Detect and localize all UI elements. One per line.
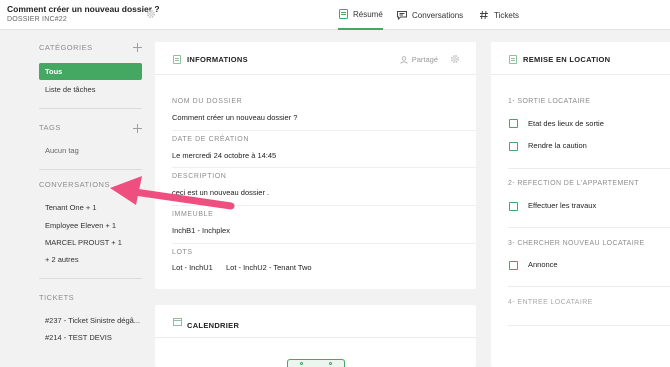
field-value: ceci est un nouveau dossier .	[172, 188, 270, 197]
no-tag-text: Aucun tag	[45, 146, 79, 155]
divider	[39, 169, 142, 170]
field-label: DATE DE CRÉATION	[172, 136, 250, 143]
tab-tickets[interactable]: Tickets	[479, 0, 519, 30]
divider	[172, 205, 477, 206]
task-label[interactable]: Etat des lieux de sortie	[528, 119, 604, 128]
divider	[508, 286, 670, 287]
conversation-item[interactable]: Tenant One + 1	[45, 203, 97, 212]
field-label: DESCRIPTION	[172, 173, 227, 180]
task-label[interactable]: Annonce	[528, 260, 558, 269]
divider	[39, 278, 142, 279]
tickets-heading: TICKETS	[39, 293, 75, 302]
share-status[interactable]: Partagé	[400, 55, 438, 64]
conversations-heading: CONVERSATIONS	[39, 180, 110, 189]
top-bar: Comment créer un nouveau dossier ? DOSSI…	[0, 0, 670, 30]
informations-card: INFORMATIONS Partagé NOM DU DOSSIER Comm…	[155, 42, 477, 289]
calendar-card: CALENDRIER	[155, 305, 476, 367]
task-checkbox[interactable]	[509, 119, 518, 128]
step-title: 3- CHERCHER NOUVEAU LOCATAIRE	[508, 240, 645, 247]
field-label: NOM DU DOSSIER	[172, 98, 243, 105]
divider	[508, 227, 670, 228]
field-label: IMMEUBLE	[172, 211, 214, 218]
task-label[interactable]: Effectuer les travaux	[528, 201, 596, 210]
ticket-item[interactable]: #214 - TEST DEVIS	[45, 333, 112, 342]
conversation-item[interactable]: MARCEL PROUST + 1	[45, 238, 122, 247]
step-title: 1- SORTIE LOCATAIRE	[508, 98, 591, 105]
tab-resume-label: Résumé	[353, 9, 383, 19]
divider	[39, 108, 142, 109]
user-icon	[400, 55, 408, 64]
gear-icon[interactable]	[146, 9, 156, 19]
task-checkbox[interactable]	[509, 261, 518, 270]
calendar-icon	[173, 318, 182, 326]
card-title: CALENDRIER	[187, 321, 240, 330]
card-header: CALENDRIER	[155, 305, 476, 338]
document-icon	[509, 55, 517, 64]
divider	[508, 325, 670, 326]
dossier-reference: DOSSIER INC#22	[7, 16, 67, 23]
tab-tickets-label: Tickets	[494, 10, 520, 20]
step-title: 4- ENTREE LOCATAIRE	[508, 299, 593, 306]
tab-conversations[interactable]: Conversations	[397, 0, 463, 30]
tags-heading: TAGS	[39, 123, 61, 132]
tab-conversations-label: Conversations	[412, 10, 464, 20]
task-label[interactable]: Rendre la caution	[528, 141, 587, 150]
category-task-list[interactable]: Liste de tâches	[45, 85, 95, 94]
add-category-plus-icon[interactable]	[133, 43, 142, 52]
card-title: INFORMATIONS	[187, 55, 248, 64]
shared-label: Partagé	[411, 55, 438, 64]
ticket-item[interactable]: #237 - Ticket Sinistre dégâ...	[45, 316, 140, 325]
remise-en-location-card: REMISE EN LOCATION 1- SORTIE LOCATAIRE E…	[491, 42, 670, 367]
dossier-title: Comment créer un nouveau dossier ?	[7, 4, 160, 14]
divider	[172, 243, 477, 244]
card-header: REMISE EN LOCATION	[491, 42, 670, 75]
field-value: InchB1 - Inchplex	[172, 226, 230, 235]
categories-heading: CATÉGORIES	[39, 43, 93, 52]
card-title: REMISE EN LOCATION	[523, 55, 611, 64]
hash-icon	[479, 10, 489, 20]
lot-item[interactable]: Lot - InchU2 - Tenant Two	[226, 263, 312, 272]
chat-icon	[397, 10, 407, 20]
lot-item[interactable]: Lot - InchU1	[172, 263, 213, 272]
category-all[interactable]: Tous	[39, 63, 142, 80]
more-conversations-link[interactable]: + 2 autres	[45, 255, 79, 264]
lots-label: LOTS	[172, 249, 193, 256]
task-checkbox[interactable]	[509, 142, 518, 151]
field-value: Le mercredi 24 octobre à 14:45	[172, 151, 277, 160]
card-header: INFORMATIONS Partagé	[155, 42, 476, 75]
divider	[508, 168, 670, 169]
divider	[172, 167, 477, 168]
calendar-widget[interactable]	[287, 359, 345, 367]
step-title: 2- REFECTION DE L'APPARTEMENT	[508, 180, 639, 187]
sidebar: CATÉGORIES Tous Liste de tâches TAGS Auc…	[0, 31, 153, 367]
tab-resume[interactable]: Résumé	[338, 0, 383, 30]
field-value: Comment créer un nouveau dossier ?	[172, 113, 298, 122]
task-checkbox[interactable]	[509, 202, 518, 211]
divider	[172, 130, 477, 131]
add-tag-plus-icon[interactable]	[133, 124, 142, 133]
gear-icon[interactable]	[450, 54, 460, 64]
conversation-item[interactable]: Employee Eleven + 1	[45, 221, 116, 230]
document-icon	[338, 9, 348, 19]
document-icon	[173, 55, 181, 64]
